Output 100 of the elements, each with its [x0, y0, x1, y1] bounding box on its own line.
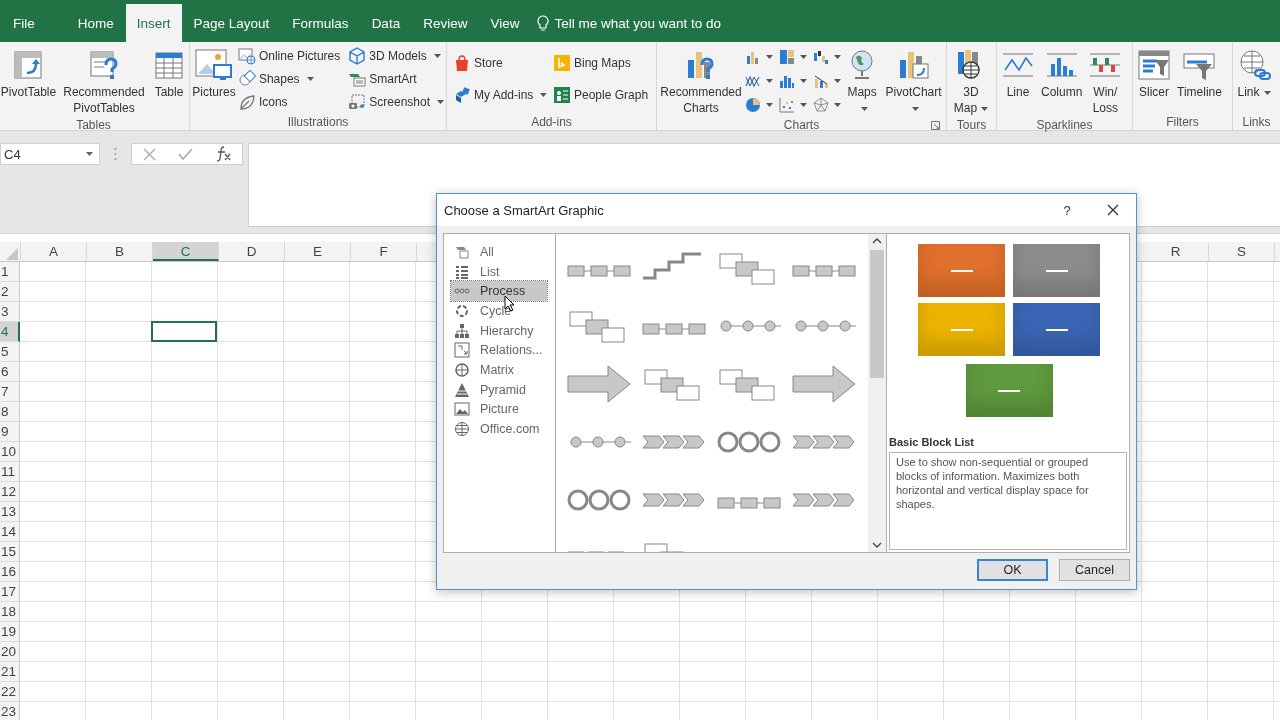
sheet-header-letter[interactable]: S [1209, 242, 1275, 261]
row-header[interactable]: 1 [0, 262, 20, 282]
ribbon-button[interactable]: People Graph [553, 84, 649, 106]
ribbon-tab[interactable]: Review [412, 4, 479, 42]
drag-handle-icon[interactable] [114, 147, 117, 161]
row-header[interactable]: 6 [0, 362, 20, 382]
help-button[interactable]: ? [1044, 194, 1090, 226]
row-header[interactable]: 3 [0, 302, 20, 322]
ribbon-button[interactable]: PivotTable [0, 44, 57, 102]
row-header[interactable]: 21 [0, 662, 20, 682]
group-label: Sparklines [1036, 118, 1093, 132]
layout-title: Basic Block List [889, 436, 975, 448]
table-question-icon [87, 49, 120, 81]
sheet-header-letter[interactable]: F [351, 242, 417, 261]
function-icon[interactable] [215, 146, 231, 162]
group-label: Charts [783, 118, 820, 132]
cycle-icon [454, 302, 470, 319]
ribbon-button[interactable]: 3D Models [348, 45, 444, 67]
ribbon-button[interactable]: Recommended PivotTables [58, 44, 149, 118]
leaf-icon [237, 93, 256, 111]
table-icon [153, 49, 185, 81]
ribbon-button[interactable]: Link [1235, 44, 1273, 102]
category-item[interactable]: Pyramid [451, 379, 547, 400]
row-header[interactable]: 22 [0, 682, 20, 702]
row-header[interactable]: 8 [0, 402, 20, 422]
name-box[interactable]: C4 [0, 143, 100, 165]
sheet-header-letter[interactable]: C [153, 242, 219, 261]
ribbon-button[interactable]: My Add-ins [453, 84, 547, 106]
ribbon-button[interactable]: Screenshot [348, 91, 444, 113]
ribbon-button[interactable]: Line [999, 44, 1037, 102]
row-header[interactable]: 20 [0, 642, 20, 662]
category-item[interactable]: Matrix [451, 360, 547, 380]
selected-cell[interactable] [151, 321, 217, 342]
category-item[interactable]: List [451, 261, 547, 282]
ribbon-button[interactable]: Timeline [1175, 44, 1224, 102]
category-item[interactable]: All [451, 242, 547, 262]
category-item[interactable]: Process [451, 281, 547, 302]
globe-link-icon [1237, 48, 1271, 82]
row-header[interactable]: 12 [0, 482, 20, 502]
ribbon-button[interactable]: SmartArt [348, 68, 444, 90]
row-header[interactable]: 17 [0, 582, 20, 602]
ribbon-button[interactable]: Bing Maps [553, 52, 649, 74]
ribbon-tab[interactable]: View [479, 4, 531, 42]
line-chart-icon [745, 73, 761, 89]
ribbon-button[interactable]: Pictures [192, 44, 236, 102]
ribbon-tab[interactable]: Formulas [281, 4, 360, 42]
row-header[interactable]: 23 [0, 702, 20, 720]
checkmark-icon[interactable] [178, 148, 193, 160]
ribbon-button[interactable]: Slicer [1135, 44, 1173, 102]
row-header[interactable]: 7 [0, 382, 20, 402]
row-header[interactable]: 4 [0, 322, 20, 342]
ribbon-tab[interactable]: Insert [125, 4, 182, 42]
row-header[interactable]: 16 [0, 562, 20, 582]
radar-chart-icon [813, 97, 829, 113]
ribbon-button[interactable]: PivotChart [883, 44, 944, 118]
sheet-header-letter[interactable]: R [1143, 242, 1209, 261]
dialog-launcher-icon[interactable] [931, 121, 940, 130]
sheet-header-letter[interactable]: E [285, 242, 351, 261]
cancel-button[interactable]: Cancel [1059, 559, 1130, 581]
category-item[interactable]: Hierarchy [451, 320, 547, 341]
ribbon-button[interactable]: Store [453, 52, 547, 74]
ribbon-button[interactable]: Column [1039, 44, 1085, 102]
row-header[interactable]: 19 [0, 622, 20, 642]
row-header[interactable]: 10 [0, 442, 20, 462]
scroll-down-icon[interactable] [872, 542, 882, 548]
caret-icon [86, 152, 93, 156]
row-header[interactable]: 5 [0, 342, 20, 362]
ribbon-button[interactable]: Win/Loss [1086, 44, 1125, 118]
ribbon-button[interactable]: 3D Map [949, 44, 993, 118]
ribbon-button[interactable]: Maps [843, 44, 882, 118]
ribbon-button[interactable]: Table [151, 44, 187, 102]
sheet-header-letter[interactable]: A [21, 242, 87, 261]
group-label: Filters [1166, 115, 1199, 129]
scrollbar[interactable] [868, 234, 886, 552]
ribbon-button[interactable]: Recommended Charts [659, 44, 743, 118]
ribbon-button[interactable]: Shapes [237, 68, 341, 90]
row-header[interactable]: 2 [0, 282, 20, 302]
row-header[interactable]: 14 [0, 522, 20, 542]
scatter-chart-icon [779, 97, 795, 113]
row-header[interactable]: 15 [0, 542, 20, 562]
category-item[interactable]: Picture [451, 399, 547, 420]
ribbon-tab[interactable]: File [1, 4, 49, 42]
ok-button[interactable]: OK [977, 559, 1048, 581]
ribbon-button[interactable]: Online Pictures [237, 45, 341, 67]
ribbon-button[interactable]: Icons [237, 91, 341, 113]
ribbon-tab[interactable]: Data [360, 4, 412, 42]
category-item[interactable]: Relations... [451, 340, 547, 361]
row-header[interactable]: 13 [0, 502, 20, 522]
ribbon-tab[interactable]: Home [66, 4, 125, 42]
row-header[interactable]: 11 [0, 462, 20, 482]
sheet-header-letter[interactable]: D [219, 242, 285, 261]
category-item[interactable]: Cycle [451, 301, 547, 321]
row-header[interactable]: 18 [0, 602, 20, 622]
cancel-icon[interactable] [143, 147, 156, 161]
category-item[interactable]: Office.com [451, 419, 547, 439]
scroll-up-icon[interactable] [872, 238, 882, 244]
row-header[interactable]: 9 [0, 422, 20, 442]
tell-me-field[interactable]: Tell me what you want to do [552, 14, 747, 32]
ribbon-tab[interactable]: Page Layout [182, 4, 281, 42]
group-label: Tables [76, 118, 111, 132]
